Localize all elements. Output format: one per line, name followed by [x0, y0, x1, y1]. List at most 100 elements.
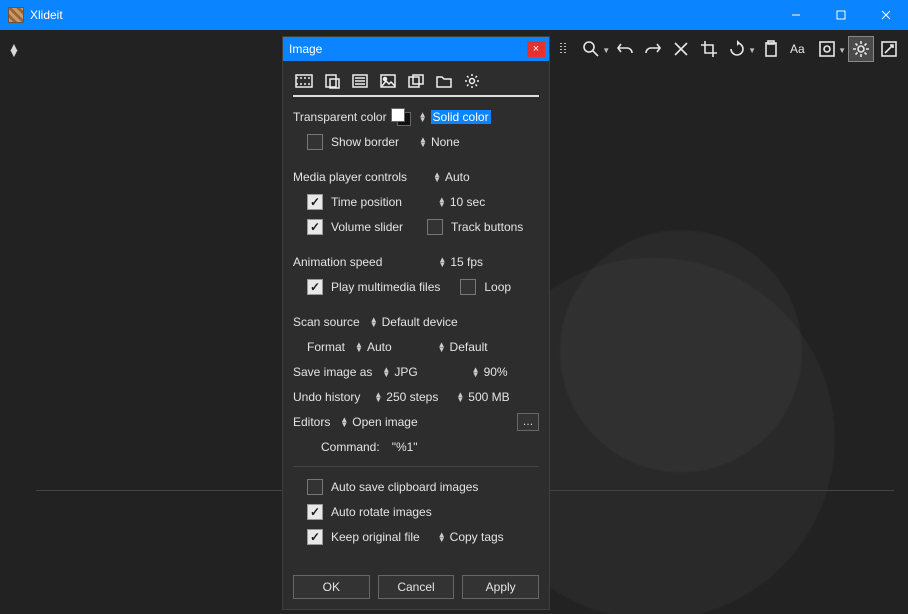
- auto-save-clipboard-label: Auto save clipboard images: [331, 480, 478, 494]
- row-scan-source: Scan source Default device: [293, 310, 539, 333]
- play-multimedia-checkbox[interactable]: [307, 279, 323, 295]
- rotate-dropdown-icon[interactable]: ▼: [748, 46, 756, 55]
- loop-checkbox[interactable]: [460, 279, 476, 295]
- text-aa-icon[interactable]: Aa: [786, 36, 812, 62]
- tab-image-icon[interactable]: [377, 71, 399, 91]
- row-keep-original: Keep original file Copy tags: [307, 525, 539, 548]
- zoom-icon[interactable]: [578, 36, 604, 62]
- separator-grip[interactable]: [550, 36, 576, 62]
- panel-close-icon[interactable]: ×: [527, 41, 545, 57]
- fit-dropdown-icon[interactable]: ▼: [838, 46, 846, 55]
- panel-title: Image: [289, 42, 527, 56]
- time-position-value[interactable]: 10 sec: [450, 195, 485, 209]
- save-as-value2[interactable]: 90%: [484, 365, 508, 379]
- media-controls-label: Media player controls: [293, 170, 407, 184]
- row-volume-slider: Volume slider Track buttons: [307, 215, 539, 238]
- svg-text:Aa: Aa: [790, 42, 805, 56]
- panel-footer: OK Cancel Apply: [283, 569, 549, 609]
- app-icon: [8, 7, 24, 23]
- transparent-color-spin[interactable]: [419, 112, 427, 122]
- time-position-spin[interactable]: [438, 197, 446, 207]
- client-area: ▼ ▼ Aa ▼ Image ×: [0, 30, 908, 614]
- format-spin1[interactable]: [355, 342, 363, 352]
- undo-value2[interactable]: 500 MB: [468, 390, 509, 404]
- loop-label: Loop: [484, 280, 511, 294]
- tab-windows-icon[interactable]: [405, 71, 427, 91]
- panel-header[interactable]: Image ×: [283, 37, 549, 61]
- animation-speed-spin[interactable]: [438, 257, 446, 267]
- editors-spin[interactable]: [340, 417, 348, 427]
- rotate-icon[interactable]: [724, 36, 750, 62]
- row-transparent-color: Transparent color Solid color: [293, 105, 539, 128]
- zoom-dropdown-icon[interactable]: ▼: [602, 46, 610, 55]
- undo-spin2[interactable]: [456, 392, 464, 402]
- row-auto-save-clipboard: Auto save clipboard images: [307, 475, 539, 498]
- format-value1[interactable]: Auto: [367, 340, 392, 354]
- apply-button[interactable]: Apply: [462, 575, 539, 599]
- row-media-controls: Media player controls Auto: [293, 165, 539, 188]
- show-border-value[interactable]: None: [431, 135, 460, 149]
- fullscreen-icon[interactable]: [876, 36, 902, 62]
- panel-divider: [293, 466, 539, 467]
- tab-gear-icon[interactable]: [461, 71, 483, 91]
- show-border-checkbox[interactable]: [307, 134, 323, 150]
- delete-x-icon[interactable]: [668, 36, 694, 62]
- animation-speed-value[interactable]: 15 fps: [450, 255, 483, 269]
- close-button[interactable]: [863, 0, 908, 30]
- editors-browse-button[interactable]: …: [517, 413, 539, 431]
- auto-rotate-checkbox[interactable]: [307, 504, 323, 520]
- play-multimedia-label: Play multimedia files: [331, 280, 440, 294]
- maximize-button[interactable]: [818, 0, 863, 30]
- copy-tags-spin[interactable]: [438, 532, 446, 542]
- tab-filmstrip-icon[interactable]: [293, 71, 315, 91]
- left-spinner[interactable]: [8, 44, 20, 56]
- settings-gear-icon[interactable]: [848, 36, 874, 62]
- auto-save-clipboard-checkbox[interactable]: [307, 479, 323, 495]
- redo-icon[interactable]: [640, 36, 666, 62]
- main-toolbar: ▼ ▼ Aa ▼: [550, 36, 902, 64]
- app-title: Xlideit: [30, 8, 773, 22]
- save-as-spin1[interactable]: [382, 367, 390, 377]
- undo-icon[interactable]: [612, 36, 638, 62]
- undo-spin1[interactable]: [374, 392, 382, 402]
- undo-label: Undo history: [293, 390, 360, 404]
- copy-tags-value[interactable]: Copy tags: [450, 530, 504, 544]
- keep-original-label: Keep original file: [331, 530, 420, 544]
- crop-icon[interactable]: [696, 36, 722, 62]
- media-controls-value[interactable]: Auto: [445, 170, 470, 184]
- save-as-value1[interactable]: JPG: [394, 365, 417, 379]
- format-value2[interactable]: Default: [450, 340, 488, 354]
- settings-panel: Image × Transparent color Solid color: [282, 36, 550, 610]
- clipboard-icon[interactable]: [758, 36, 784, 62]
- undo-value1[interactable]: 250 steps: [386, 390, 438, 404]
- ok-button[interactable]: OK: [293, 575, 370, 599]
- minimize-button[interactable]: [773, 0, 818, 30]
- fit-screen-icon[interactable]: [814, 36, 840, 62]
- transparent-color-value[interactable]: Solid color: [431, 110, 491, 124]
- scan-source-value[interactable]: Default device: [382, 315, 458, 329]
- time-position-label: Time position: [331, 195, 402, 209]
- editors-value[interactable]: Open image: [352, 415, 417, 429]
- media-controls-spin[interactable]: [433, 172, 441, 182]
- row-play-multimedia: Play multimedia files Loop: [307, 275, 539, 298]
- row-save-as: Save image as JPG 90%: [293, 360, 539, 383]
- track-buttons-checkbox[interactable]: [427, 219, 443, 235]
- row-editors: Editors Open image …: [293, 410, 539, 433]
- cancel-button[interactable]: Cancel: [378, 575, 455, 599]
- transparent-color-label: Transparent color: [293, 110, 387, 124]
- scan-source-spin[interactable]: [370, 317, 378, 327]
- keep-original-checkbox[interactable]: [307, 529, 323, 545]
- tab-folder-icon[interactable]: [433, 71, 455, 91]
- save-as-spin2[interactable]: [472, 367, 480, 377]
- tab-paste-icon[interactable]: [321, 71, 343, 91]
- volume-slider-label: Volume slider: [331, 220, 403, 234]
- row-show-border: Show border None: [307, 130, 539, 153]
- color-swatch[interactable]: [391, 108, 411, 126]
- time-position-checkbox[interactable]: [307, 194, 323, 210]
- tab-list-icon[interactable]: [349, 71, 371, 91]
- format-spin2[interactable]: [438, 342, 446, 352]
- track-buttons-label: Track buttons: [451, 220, 523, 234]
- save-as-label: Save image as: [293, 365, 372, 379]
- show-border-spin[interactable]: [419, 137, 427, 147]
- volume-slider-checkbox[interactable]: [307, 219, 323, 235]
